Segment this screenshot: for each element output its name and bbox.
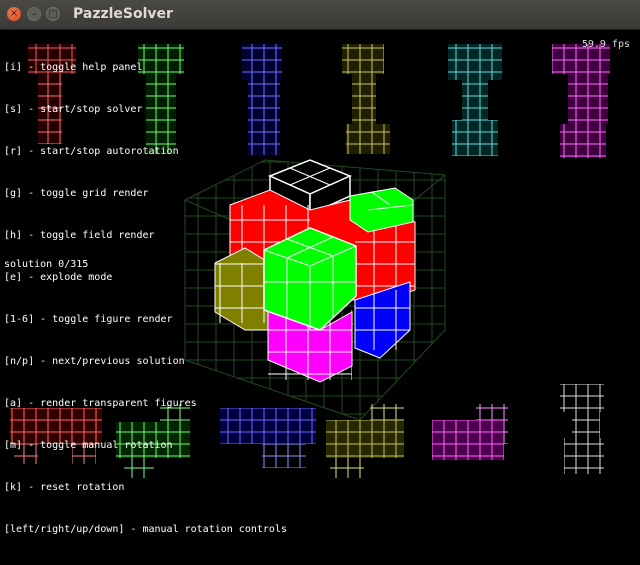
- figure-top-olive: [342, 44, 390, 154]
- figure-top-cyan: [448, 44, 502, 156]
- fps-counter: 59.9 fps: [581, 39, 630, 50]
- title-bar[interactable]: × – □ PazzleSolver: [0, 0, 640, 30]
- help-line: [i] - toggle help panel: [4, 62, 143, 73]
- app-window: × – □ PazzleSolver [i] - toggle help pan…: [0, 0, 640, 535]
- close-button[interactable]: ×: [7, 7, 21, 21]
- maximize-button[interactable]: □: [46, 7, 60, 21]
- help-line: [n/p] - next/previous solution: [4, 356, 185, 367]
- figure-bottom-white: [560, 384, 604, 474]
- help-line: [k] - reset rotation: [4, 482, 125, 493]
- help-panel: [i] - toggle help panel [s] - start/stop…: [4, 33, 287, 565]
- help-line: [e] - explode mode: [4, 272, 113, 283]
- solution-counter: solution 0/315: [4, 259, 89, 270]
- help-line: [m] - toggle manual rotation: [4, 440, 173, 451]
- minimize-button[interactable]: –: [27, 7, 41, 21]
- help-line: [a] - render transparent figures: [4, 398, 197, 409]
- help-line: [h] - toggle field render: [4, 230, 155, 241]
- help-line: [r] - start/stop autorotation: [4, 146, 179, 157]
- help-line: [s] - start/stop solver: [4, 104, 143, 115]
- help-line: [left/right/up/down] - manual rotation c…: [4, 524, 287, 535]
- help-line: [g] - toggle grid render: [4, 188, 149, 199]
- figure-bottom-magenta: [432, 404, 508, 460]
- figure-top-magenta: [552, 44, 610, 158]
- window-title: PazzleSolver: [73, 6, 173, 22]
- help-line: [1-6] - toggle figure render: [4, 314, 173, 325]
